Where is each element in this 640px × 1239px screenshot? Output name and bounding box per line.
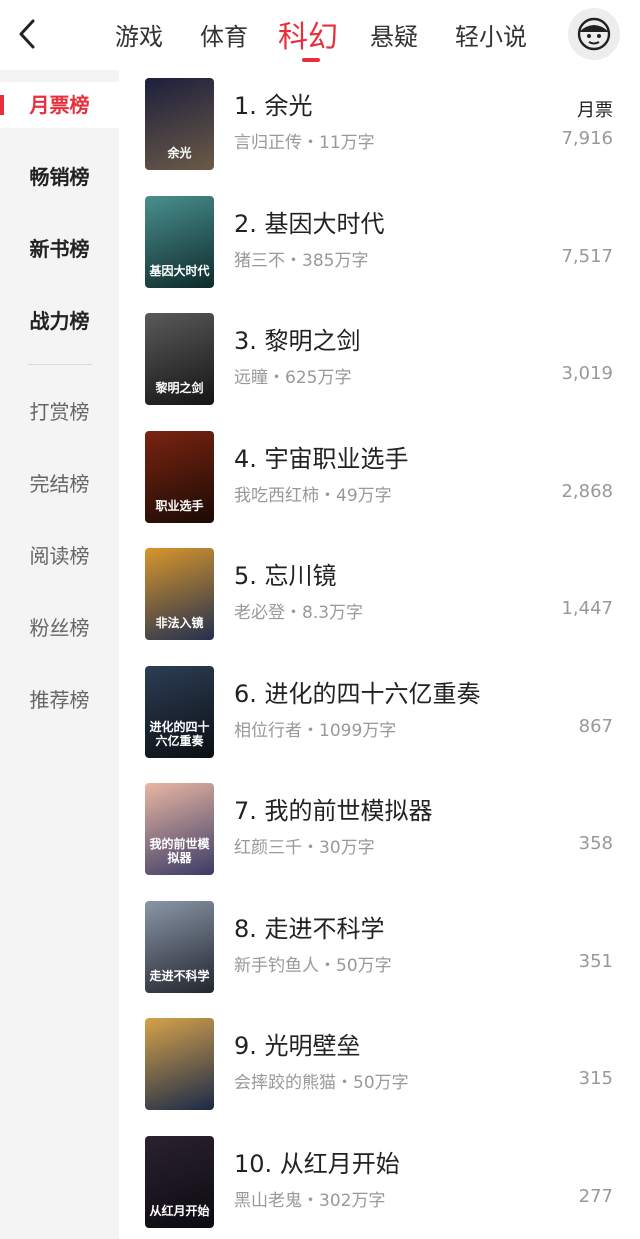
book-title: 1. 余光 <box>234 92 313 120</box>
sidebar-item-label: 粉丝榜 <box>29 616 90 640</box>
cover-title-text: 职业选手 <box>155 498 204 513</box>
sidebar-item-label: 完结榜 <box>29 472 90 496</box>
ticket-count: 2,868 <box>561 480 613 502</box>
book-title: 3. 黎明之剑 <box>234 327 361 355</box>
sidebar-item-label: 推荐榜 <box>29 688 90 712</box>
active-sidebar-marker <box>0 95 4 115</box>
sidebar-item-label: 战力榜 <box>29 309 90 333</box>
cover-title-text: 从红月开始 <box>149 1203 210 1218</box>
tab-sports[interactable]: 体育 <box>200 17 248 52</box>
book-author-wordcount: 猪三不・385万字 <box>234 250 369 271</box>
sidebar-item-label: 新书榜 <box>29 237 90 261</box>
tab-scifi[interactable]: 科幻 <box>278 12 338 56</box>
ticket-count: 3,019 <box>561 363 613 384</box>
cover-title-text: 进化的四十六亿重奏 <box>149 719 210 748</box>
book-cover: 职业选手 <box>145 430 214 523</box>
ticket-count: 7,916 <box>561 128 613 149</box>
book-author-wordcount: 相位行者・1099万字 <box>234 720 397 741</box>
book-cover: 基因大时代 <box>145 195 214 288</box>
ticket-count: 1,447 <box>561 598 613 619</box>
book-title: 5. 忘川镜 <box>234 562 337 590</box>
book-cover: 非法入镜 <box>145 548 214 640</box>
book-author-wordcount: 远瞳・625万字 <box>234 368 352 388</box>
top-bar: 游戏 体育 科幻 悬疑 轻小说 <box>0 0 640 70</box>
sidebar-item-monthly-ticket[interactable]: 月票榜 <box>0 82 119 128</box>
sidebar-item-new-books[interactable]: 新书榜 <box>0 226 119 272</box>
book-cover: 走进不科学 <box>145 900 214 993</box>
sidebar-item-label: 阅读榜 <box>29 544 90 568</box>
cover-title-text: 我的前世模拟器 <box>149 837 210 865</box>
tab-suspense[interactable]: 悬疑 <box>370 17 418 52</box>
cover-title-text: 余光 <box>167 146 192 160</box>
book-title: 4. 宇宙职业选手 <box>234 444 409 473</box>
book-row[interactable]: 进化的四十六亿重奏 6. 进化的四十六亿重奏 相位行者・1099万字 867 <box>119 658 640 768</box>
book-title: 10. 从红月开始 <box>234 1149 400 1178</box>
book-cover: 黎明之剑 <box>145 313 214 405</box>
book-row[interactable]: 基因大时代 2. 基因大时代 猪三不・385万字 7,517 <box>119 188 640 298</box>
cover-title-text: 走进不科学 <box>149 968 210 983</box>
chevron-left-icon <box>19 19 35 49</box>
sidebar-item-label: 月票榜 <box>29 93 90 117</box>
sidebar-item-power[interactable]: 战力榜 <box>0 298 119 344</box>
ticket-count: 315 <box>578 1068 613 1089</box>
book-row[interactable]: 非法入镜 5. 忘川镜 老必登・8.3万字 1,447 <box>119 540 640 650</box>
book-row[interactable]: 从红月开始 10. 从红月开始 黑山老鬼・302万字 277 <box>119 1128 640 1238</box>
cover-title-text: 黎明之剑 <box>155 381 204 395</box>
back-button[interactable] <box>12 14 44 54</box>
book-title: 7. 我的前世模拟器 <box>234 797 433 825</box>
user-avatar-icon <box>577 17 611 51</box>
book-cover: 余光 <box>145 78 214 170</box>
book-row[interactable]: 9. 光明壁垒 会摔跤的熊猫・50万字 315 <box>119 1010 640 1120</box>
sidebar-item-fans[interactable]: 粉丝榜 <box>0 605 119 651</box>
tab-games[interactable]: 游戏 <box>115 17 163 52</box>
sidebar-divider <box>28 364 92 365</box>
sidebar-item-reward[interactable]: 打赏榜 <box>0 389 119 435</box>
sidebar-item-completed[interactable]: 完结榜 <box>0 461 119 507</box>
book-row[interactable]: 走进不科学 8. 走进不科学 新手钓鱼人・50万字 351 <box>119 893 640 1003</box>
ranking-sidebar: 月票榜 畅销榜 新书榜 战力榜 打赏榜 完结榜 阅读榜 粉丝榜 推荐榜 <box>0 70 119 1239</box>
book-cover: 我的前世模拟器 <box>145 783 214 875</box>
book-author-wordcount: 红颜三千・30万字 <box>234 838 375 858</box>
ticket-count: 277 <box>578 1185 613 1207</box>
book-author-wordcount: 黑山老鬼・302万字 <box>234 1190 386 1211</box>
book-row[interactable]: 我的前世模拟器 7. 我的前世模拟器 红颜三千・30万字 358 <box>119 775 640 885</box>
ticket-count: 351 <box>578 950 613 972</box>
book-row[interactable]: 职业选手 4. 宇宙职业选手 我吃西红柿・49万字 2,868 <box>119 423 640 533</box>
book-title: 6. 进化的四十六亿重奏 <box>234 679 481 708</box>
ticket-count: 358 <box>578 833 613 854</box>
book-row[interactable]: 黎明之剑 3. 黎明之剑 远瞳・625万字 3,019 <box>119 305 640 415</box>
column-label-monthly-ticket: 月票 <box>577 100 613 121</box>
ticket-count: 867 <box>578 715 613 737</box>
sidebar-item-bestseller[interactable]: 畅销榜 <box>0 154 119 200</box>
sidebar-item-label: 畅销榜 <box>29 165 90 189</box>
avatar[interactable] <box>568 8 620 60</box>
book-author-wordcount: 言归正传・11万字 <box>234 133 375 153</box>
ticket-count: 7,517 <box>561 245 613 267</box>
sidebar-item-reading[interactable]: 阅读榜 <box>0 533 119 579</box>
cover-title-text: 非法入镜 <box>155 616 204 630</box>
book-author-wordcount: 会摔跤的熊猫・50万字 <box>234 1073 409 1093</box>
cover-title-text: 基因大时代 <box>149 263 210 278</box>
book-title: 8. 走进不科学 <box>234 914 385 943</box>
sidebar-item-recommended[interactable]: 推荐榜 <box>0 677 119 723</box>
book-author-wordcount: 新手钓鱼人・50万字 <box>234 955 392 976</box>
sidebar-item-label: 打赏榜 <box>29 400 90 424</box>
book-title: 9. 光明壁垒 <box>234 1032 361 1060</box>
book-cover: 从红月开始 <box>145 1135 214 1228</box>
book-cover: 进化的四十六亿重奏 <box>145 665 214 758</box>
active-tab-indicator <box>302 58 320 62</box>
book-author-wordcount: 我吃西红柿・49万字 <box>234 485 392 506</box>
book-author-wordcount: 老必登・8.3万字 <box>234 603 364 623</box>
book-title: 2. 基因大时代 <box>234 209 385 238</box>
book-row[interactable]: 余光 1. 余光 言归正传・11万字 月票 7,916 <box>119 70 640 180</box>
book-cover <box>145 1018 214 1110</box>
tab-light-novel[interactable]: 轻小说 <box>455 17 527 52</box>
